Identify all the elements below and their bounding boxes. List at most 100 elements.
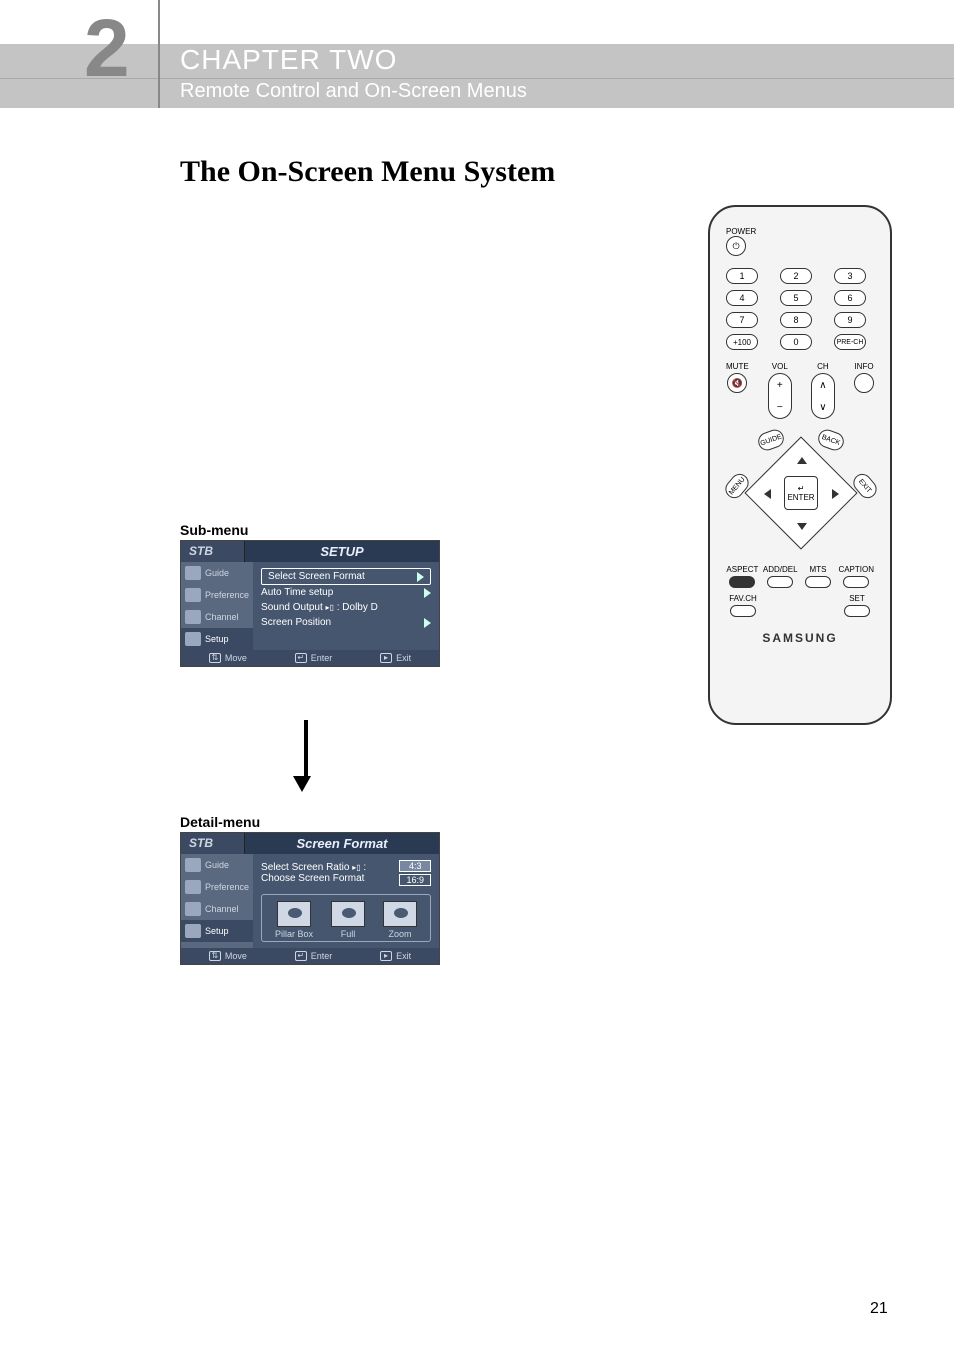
sidebar-item-setup[interactable]: Setup: [181, 920, 253, 942]
back-button[interactable]: BACK: [816, 427, 847, 453]
volume-rocker[interactable]: +−: [768, 373, 792, 419]
dpad-left[interactable]: [764, 489, 771, 499]
num-2-button[interactable]: 2: [780, 268, 812, 284]
updown-icon: ⇅: [209, 951, 221, 961]
remote-control: POWER ⏻ 1 2 3 4 5 6 7 8 9 +100 0 PRE-CH …: [708, 205, 892, 725]
chapter-number: 2: [84, 2, 130, 96]
full-icon: [331, 901, 365, 927]
aspect-button[interactable]: [729, 576, 755, 588]
down-arrow-icon: [300, 720, 311, 792]
osd-footer: ⇅Move ↵Enter ▸Exit: [181, 650, 439, 666]
exit-icon: ▸: [380, 951, 392, 961]
sidebar-item-channel[interactable]: Channel: [181, 898, 253, 920]
chapter-subtitle: Remote Control and On-Screen Menus: [180, 80, 527, 103]
footer-move: ⇅Move: [209, 951, 247, 961]
footer-enter: ↵Enter: [295, 653, 333, 663]
number-pad: 1 2 3 4 5 6 7 8 9 +100 0 PRE-CH: [726, 268, 874, 350]
exit-icon: ▸: [380, 653, 392, 663]
power-label: POWER: [726, 227, 756, 236]
osd-main: Select Screen Ratio ▸▯ : Choose Screen F…: [253, 854, 439, 948]
chevron-right-icon: [417, 572, 424, 582]
sidebar-item-guide[interactable]: Guide: [181, 854, 253, 876]
thumb-full[interactable]: Full: [331, 901, 365, 939]
updown-icon: ⇅: [209, 653, 221, 663]
num-3-button[interactable]: 3: [834, 268, 866, 284]
header-divider: [158, 0, 160, 108]
fav-ch-button[interactable]: [730, 605, 756, 617]
add-del-button[interactable]: [767, 576, 793, 588]
osd-main: Select Screen Format Auto Time setup Sou…: [253, 562, 439, 650]
channel-rocker[interactable]: ∧∨: [811, 373, 835, 419]
osd-screen-format: STB Screen Format Guide Preference Chann…: [180, 832, 440, 965]
guide-icon: [185, 858, 201, 872]
preference-icon: [185, 588, 201, 602]
exit-button[interactable]: EXIT: [850, 470, 881, 501]
num-7-button[interactable]: 7: [726, 312, 758, 328]
row-sound-output[interactable]: Sound Output ▸▯ : Dolby D: [261, 600, 431, 615]
enter-icon: ↵: [295, 653, 307, 663]
num-4-button[interactable]: 4: [726, 290, 758, 306]
row-select-screen-ratio[interactable]: Select Screen Ratio ▸▯ : Choose Screen F…: [261, 860, 431, 886]
channel-icon: [185, 610, 201, 624]
sidebar-item-channel[interactable]: Channel: [181, 606, 253, 628]
header-text: CHAPTER TWO Remote Control and On-Screen…: [180, 44, 527, 103]
osd-setup: STB SETUP Guide Preference Channel Setup…: [180, 540, 440, 667]
osd-stb-label: STB: [181, 833, 245, 854]
enter-button[interactable]: ↵ENTER: [784, 476, 818, 510]
page-number: 21: [870, 1300, 888, 1318]
osd-format-title: Screen Format: [245, 833, 439, 854]
num-5-button[interactable]: 5: [780, 290, 812, 306]
row-screen-position[interactable]: Screen Position: [261, 615, 431, 630]
osd-setup-title: SETUP: [245, 541, 439, 562]
row-auto-time-setup[interactable]: Auto Time setup: [261, 585, 431, 600]
osd-sidebar: Guide Preference Channel Setup: [181, 562, 253, 650]
row-select-screen-format[interactable]: Select Screen Format: [261, 568, 431, 585]
mts-label: MTS: [810, 565, 827, 574]
favch-label: FAV.CH: [729, 594, 757, 603]
detail-menu-label: Detail-menu: [180, 814, 260, 830]
chevron-right-icon: [424, 618, 431, 628]
caption-label: CAPTION: [838, 565, 874, 574]
mute-button[interactable]: 🔇: [727, 373, 747, 393]
pre-ch-button[interactable]: PRE-CH: [834, 334, 866, 350]
set-button[interactable]: [844, 605, 870, 617]
chapter-header: 2 CHAPTER TWO Remote Control and On-Scre…: [0, 0, 954, 110]
guide-button[interactable]: GUIDE: [756, 427, 787, 453]
power-button[interactable]: ⏻: [726, 236, 746, 256]
thumb-pillar-box[interactable]: Pillar Box: [275, 901, 313, 939]
set-label: SET: [849, 594, 865, 603]
thumb-zoom[interactable]: Zoom: [383, 901, 417, 939]
chevron-right-icon: [424, 588, 431, 598]
chapter-label: CHAPTER TWO: [180, 44, 527, 76]
osd-footer: ⇅Move ↵Enter ▸Exit: [181, 948, 439, 964]
caption-button[interactable]: [843, 576, 869, 588]
zoom-icon: [383, 901, 417, 927]
mts-button[interactable]: [805, 576, 831, 588]
num-9-button[interactable]: 9: [834, 312, 866, 328]
guide-icon: [185, 566, 201, 580]
dpad-down[interactable]: [797, 523, 807, 530]
sidebar-item-guide[interactable]: Guide: [181, 562, 253, 584]
ratio-16-9[interactable]: 16:9: [399, 874, 431, 886]
num-0-button[interactable]: 0: [780, 334, 812, 350]
nav-pad: GUIDE BACK ↵ENTER MENU EXIT: [726, 433, 876, 553]
ratio-4-3[interactable]: 4:3: [399, 860, 431, 872]
section-title: The On-Screen Menu System: [180, 155, 555, 189]
format-thumbnails: Pillar Box Full Zoom: [261, 894, 431, 942]
footer-enter: ↵Enter: [295, 951, 333, 961]
sidebar-item-setup[interactable]: Setup: [181, 628, 253, 650]
aspect-label: ASPECT: [726, 565, 758, 574]
num-8-button[interactable]: 8: [780, 312, 812, 328]
info-button[interactable]: [854, 373, 874, 393]
info-label: INFO: [854, 362, 873, 371]
sidebar-item-preference[interactable]: Preference: [181, 876, 253, 898]
dpad-right[interactable]: [832, 489, 839, 499]
osd-sidebar: Guide Preference Channel Setup: [181, 854, 253, 948]
brand-label: SAMSUNG: [726, 631, 874, 645]
num-6-button[interactable]: 6: [834, 290, 866, 306]
footer-exit: ▸Exit: [380, 653, 411, 663]
sidebar-item-preference[interactable]: Preference: [181, 584, 253, 606]
plus100-button[interactable]: +100: [726, 334, 758, 350]
dpad-up[interactable]: [797, 457, 807, 464]
num-1-button[interactable]: 1: [726, 268, 758, 284]
